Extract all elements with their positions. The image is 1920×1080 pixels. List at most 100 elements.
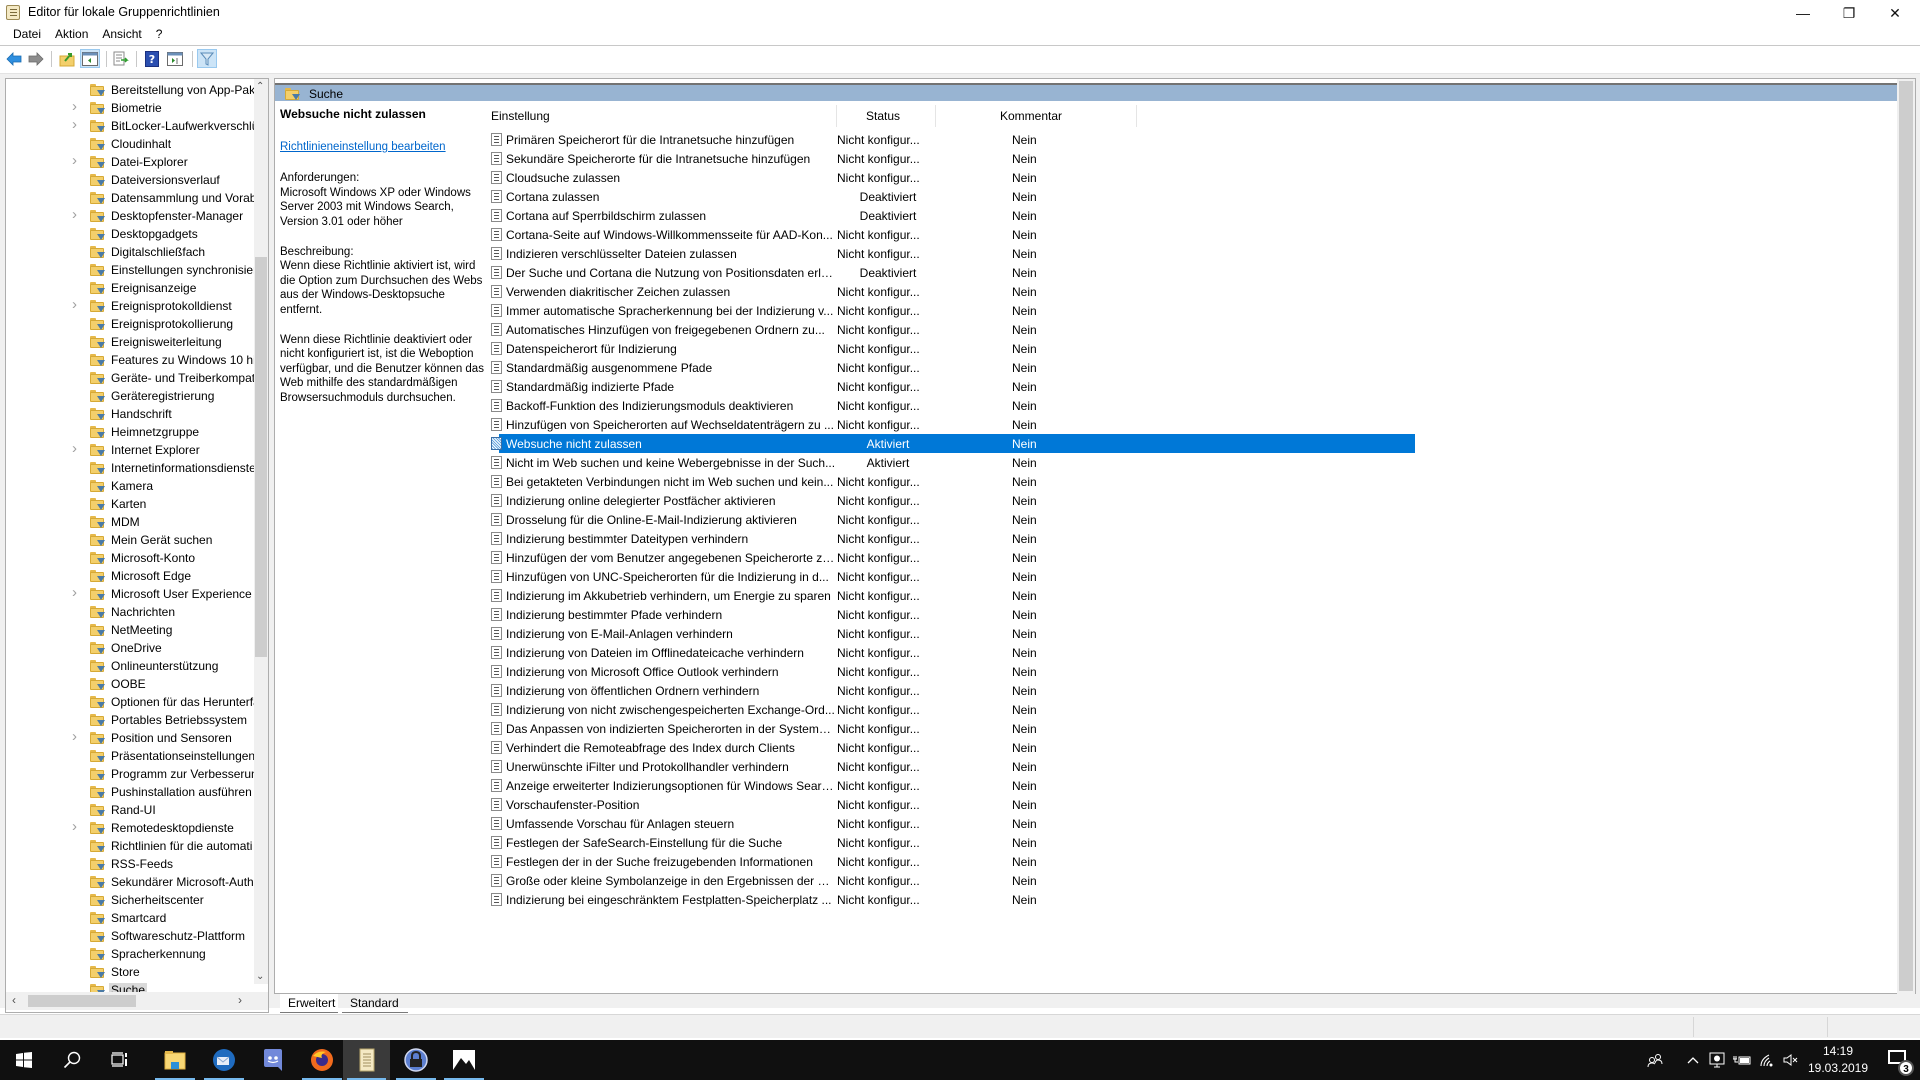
- policy-row[interactable]: Indizierung von Dateien im Offlinedateic…: [485, 643, 1415, 662]
- tree-item[interactable]: OOBE: [6, 675, 254, 693]
- policy-row[interactable]: Cloudsuche zulassen Nicht konfigur... Nein: [485, 168, 1415, 187]
- column-divider[interactable]: [836, 105, 837, 127]
- battery-tray-button[interactable]: [1730, 1040, 1754, 1080]
- tree-item[interactable]: Richtlinien für die automati: [6, 837, 254, 855]
- action-center-button[interactable]: 3: [1876, 1040, 1920, 1080]
- tree-item[interactable]: NetMeeting: [6, 621, 254, 639]
- export-list-button[interactable]: [111, 49, 131, 68]
- gpedit-button[interactable]: [343, 1040, 390, 1080]
- details-scroll-thumb[interactable]: [1899, 81, 1913, 991]
- tree-item[interactable]: Geräte- und Treiberkompati: [6, 369, 254, 387]
- expand-chevron-icon[interactable]: ›: [72, 585, 82, 601]
- tree-item[interactable]: Digitalschließfach: [6, 243, 254, 261]
- expand-chevron-icon[interactable]: ›: [72, 153, 82, 169]
- tree-item[interactable]: Programm zur Verbesserung: [6, 765, 254, 783]
- tree-item[interactable]: › Desktopfenster-Manager: [6, 207, 254, 225]
- policy-row[interactable]: Websuche nicht zulassen Aktiviert Nein: [491, 434, 1415, 453]
- show-hide-tree-button[interactable]: [80, 49, 100, 68]
- menu-datei[interactable]: Datei: [6, 24, 48, 44]
- policy-row[interactable]: Indizierung bei eingeschränktem Festplat…: [485, 890, 1415, 909]
- tree-item[interactable]: Store: [6, 963, 254, 981]
- tab-standard[interactable]: Standard: [342, 994, 408, 1013]
- policy-row[interactable]: Vorschaufenster-Position Nicht konfigur..…: [485, 795, 1415, 814]
- column-header-setting[interactable]: Einstellung: [491, 109, 550, 123]
- tree-item[interactable]: Sicherheitscenter: [6, 891, 254, 909]
- show-hidden-icons-button[interactable]: [1683, 1040, 1703, 1080]
- clock[interactable]: 14:19 19.03.2019: [1803, 1043, 1873, 1077]
- policy-row[interactable]: Indizierung bestimmter Dateitypen verhin…: [485, 529, 1415, 548]
- photos-button[interactable]: [440, 1040, 488, 1080]
- minimize-button[interactable]: —: [1780, 0, 1826, 26]
- tree-item[interactable]: Ereignisanzeige: [6, 279, 254, 297]
- tree-horizontal-scrollbar[interactable]: ‹ ›: [6, 992, 268, 1010]
- expand-chevron-icon[interactable]: ›: [72, 207, 82, 223]
- tree-item[interactable]: Microsoft Edge: [6, 567, 254, 585]
- tree-item[interactable]: Mein Gerät suchen: [6, 531, 254, 549]
- task-view-button[interactable]: [96, 1040, 144, 1080]
- tree-item[interactable]: Dateiversionsverlauf: [6, 171, 254, 189]
- expand-chevron-icon[interactable]: ›: [72, 441, 82, 457]
- policy-row[interactable]: Hinzufügen von Speicherorten auf Wechsel…: [485, 415, 1415, 434]
- policy-row[interactable]: Automatisches Hinzufügen von freigegeben…: [485, 320, 1415, 339]
- policy-row[interactable]: Das Anpassen von indizierten Speicherort…: [485, 719, 1415, 738]
- scroll-right-icon[interactable]: ›: [238, 993, 242, 1007]
- volume-tray-button[interactable]: [1780, 1040, 1802, 1080]
- policy-row[interactable]: Indizierung bestimmter Pfade verhindern N…: [485, 605, 1415, 624]
- tree-item[interactable]: Ereignisweiterleitung: [6, 333, 254, 351]
- tree-item[interactable]: › Remotedesktopdienste: [6, 819, 254, 837]
- tree-item[interactable]: Präsentationseinstellungen: [6, 747, 254, 765]
- tree-item[interactable]: Kamera: [6, 477, 254, 495]
- tree-item[interactable]: Smartcard: [6, 909, 254, 927]
- column-header-status[interactable]: Status: [866, 109, 900, 123]
- tree-item[interactable]: Nachrichten: [6, 603, 254, 621]
- expand-chevron-icon[interactable]: ›: [72, 99, 82, 115]
- policy-row[interactable]: Hinzufügen von UNC-Speicherorten für die…: [485, 567, 1415, 586]
- policy-row[interactable]: Nicht im Web suchen und keine Webergebni…: [485, 453, 1415, 472]
- expand-chevron-icon[interactable]: ›: [72, 117, 82, 133]
- edit-policy-link[interactable]: Richtlinieneinstellung bearbeiten: [280, 140, 485, 155]
- policy-row[interactable]: Hinzufügen der vom Benutzer angegebenen …: [485, 548, 1415, 567]
- forward-button[interactable]: [26, 49, 46, 68]
- menu-aktion[interactable]: Aktion: [48, 24, 95, 44]
- tree-item[interactable]: Datensammlung und Vorab: [6, 189, 254, 207]
- column-divider[interactable]: [935, 105, 936, 127]
- up-folder-button[interactable]: [57, 49, 77, 68]
- policy-row[interactable]: Cortana zulassen Deaktiviert Nein: [485, 187, 1415, 206]
- policy-row[interactable]: Datenspeicherort für Indizierung Nicht ko…: [485, 339, 1415, 358]
- policy-row[interactable]: Anzeige erweiterter Indizierungsoptionen…: [485, 776, 1415, 795]
- tree-item[interactable]: › Position und Sensoren: [6, 729, 254, 747]
- column-header-comment[interactable]: Kommentar: [1000, 109, 1062, 123]
- tree-item[interactable]: › BitLocker-Laufwerkverschlü: [6, 117, 254, 135]
- policy-row[interactable]: Indizierung von Microsoft Office Outlook…: [485, 662, 1415, 681]
- file-explorer-button[interactable]: [151, 1040, 199, 1080]
- tree-scroll-thumb[interactable]: [255, 257, 267, 657]
- tree-item[interactable]: Internetinformationsdienste: [6, 459, 254, 477]
- tree-item[interactable]: Rand-UI: [6, 801, 254, 819]
- tree-item[interactable]: Pushinstallation ausführen: [6, 783, 254, 801]
- policy-row[interactable]: Große oder kleine Symbolanzeige in den E…: [485, 871, 1415, 890]
- policy-row[interactable]: Standardmäßig ausgenommene Pfade Nicht ko…: [485, 358, 1415, 377]
- keepass-button[interactable]: [392, 1040, 440, 1080]
- policy-row[interactable]: Unerwünschte iFilter und Protokollhandle…: [485, 757, 1415, 776]
- search-button[interactable]: [48, 1040, 96, 1080]
- tree-item[interactable]: Optionen für das Herunterfa: [6, 693, 254, 711]
- policy-row[interactable]: Verhindert die Remoteabfrage des Index d…: [485, 738, 1415, 757]
- tree-item[interactable]: › Datei-Explorer: [6, 153, 254, 171]
- thunderbird-button[interactable]: [200, 1040, 248, 1080]
- tree-item[interactable]: Geräteregistrierung: [6, 387, 254, 405]
- policy-row[interactable]: Primären Speicherort für die Intranetsuc…: [485, 130, 1415, 149]
- discord-button[interactable]: [249, 1040, 297, 1080]
- tab-erweitert[interactable]: Erweitert: [280, 994, 338, 1013]
- filter-button[interactable]: [197, 49, 217, 68]
- tree-item[interactable]: RSS-Feeds: [6, 855, 254, 873]
- tree-item[interactable]: Cloudinhalt: [6, 135, 254, 153]
- tree-vertical-scrollbar[interactable]: ⌃ ⌄: [254, 79, 268, 984]
- menu-help[interactable]: ?: [149, 24, 170, 44]
- column-divider[interactable]: [1136, 105, 1137, 127]
- tree-item[interactable]: Ereignisprotokollierung: [6, 315, 254, 333]
- policy-row[interactable]: Sekundäre Speicherorte für die Intranets…: [485, 149, 1415, 168]
- restore-button[interactable]: ❐: [1826, 0, 1872, 26]
- defender-tray-button[interactable]: [1706, 1040, 1728, 1080]
- tree-item[interactable]: Bereitstellung von App-Pak: [6, 81, 254, 99]
- details-vertical-scrollbar[interactable]: [1897, 79, 1915, 995]
